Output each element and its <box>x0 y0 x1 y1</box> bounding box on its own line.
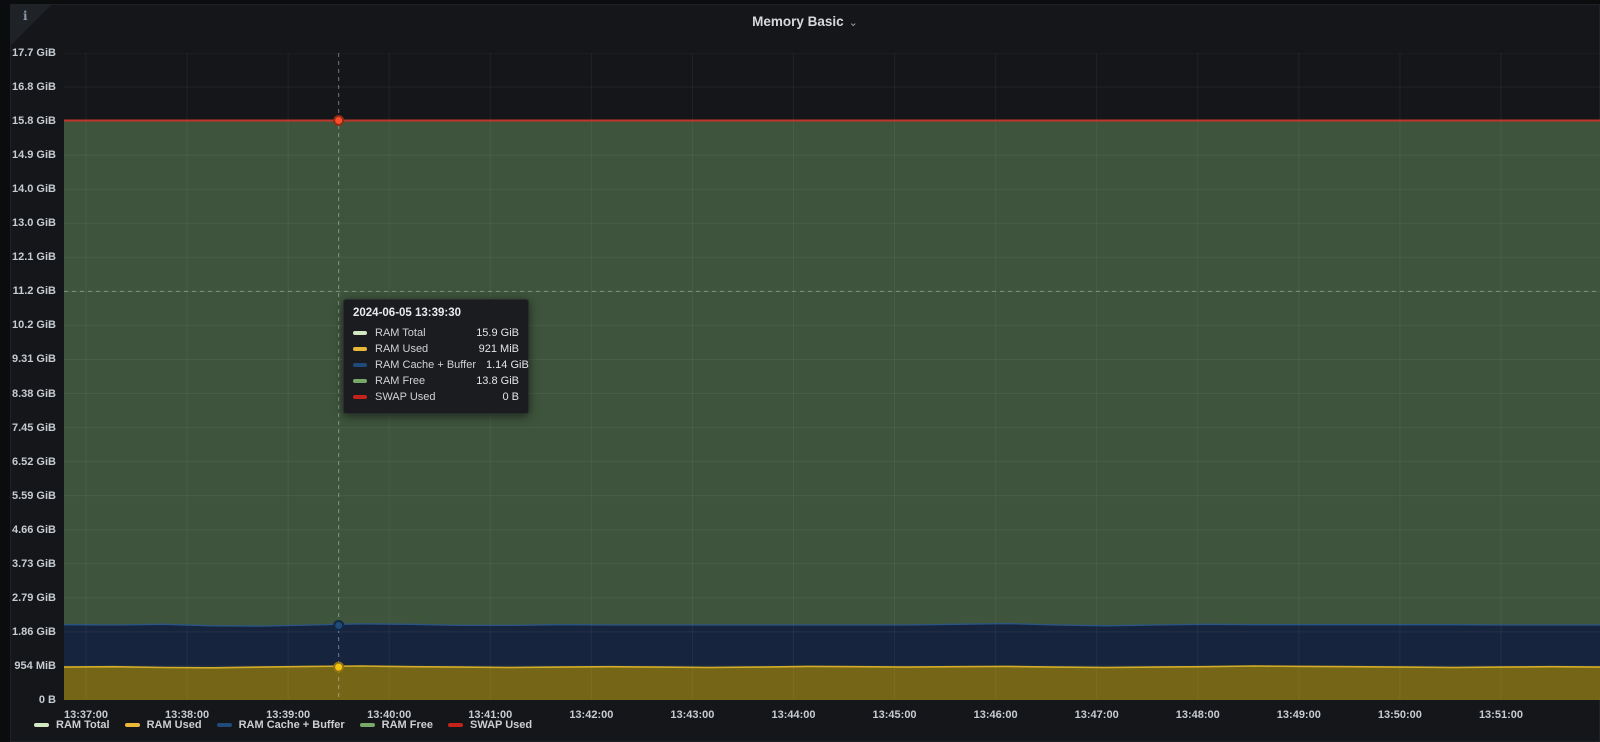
y-tick-label: 16.8 GiB <box>0 80 56 94</box>
tooltip-series-swatch <box>353 395 367 399</box>
tooltip-series-swatch <box>353 331 367 335</box>
legend-swatch <box>448 723 463 727</box>
legend-label: SWAP Used <box>470 719 532 731</box>
y-tick-label: 10.2 GiB <box>0 318 56 332</box>
x-tick-label: 13:43:00 <box>652 708 732 722</box>
memory-chart-canvas[interactable] <box>64 53 1600 700</box>
legend-item-ram-total[interactable]: RAM Total <box>34 719 110 731</box>
panel-title: Memory Basic <box>752 14 844 29</box>
tooltip-row: RAM Free 13.8 GiB <box>353 373 519 389</box>
info-icon: i <box>23 9 28 23</box>
y-tick-label: 12.1 GiB <box>0 250 56 264</box>
tooltip-series-swatch <box>353 363 367 367</box>
panel-info-corner[interactable] <box>11 5 51 45</box>
y-tick-label: 2.79 GiB <box>0 591 56 605</box>
y-tick-label: 9.31 GiB <box>0 352 56 366</box>
ram-free-area <box>64 121 1600 627</box>
y-tick-label: 0 B <box>0 693 56 707</box>
ram-used-area <box>64 666 1600 700</box>
legend-item-ram-cache-buffer[interactable]: RAM Cache + Buffer <box>217 719 345 731</box>
tooltip-series-value: 15.9 GiB <box>476 327 519 339</box>
tooltip-row: RAM Used 921 MiB <box>353 341 519 357</box>
panel-header: Memory Basic ⌄ <box>11 5 1599 41</box>
tooltip-series-swatch <box>353 347 367 351</box>
legend-label: RAM Total <box>56 719 110 731</box>
panel-title-dropdown[interactable]: Memory Basic ⌄ <box>11 14 1599 29</box>
x-tick-label: 13:48:00 <box>1158 708 1238 722</box>
x-tick-label: 13:47:00 <box>1057 708 1137 722</box>
tooltip-timestamp: 2024-06-05 13:39:30 <box>353 307 519 319</box>
legend-swatch <box>125 723 140 727</box>
x-tick-label: 13:49:00 <box>1259 708 1339 722</box>
x-tick-label: 13:50:00 <box>1360 708 1440 722</box>
y-tick-label: 6.52 GiB <box>0 455 56 469</box>
tooltip-series-swatch <box>353 379 367 383</box>
tooltip-series-value: 0 B <box>502 391 519 403</box>
y-tick-label: 14.9 GiB <box>0 148 56 162</box>
legend: RAM Total RAM Used RAM Cache + Buffer RAM F… <box>34 719 532 731</box>
tooltip-series-label: RAM Total <box>375 327 466 339</box>
chevron-down-icon: ⌄ <box>849 17 858 29</box>
y-tick-label: 5.59 GiB <box>0 489 56 503</box>
legend-item-swap-used[interactable]: SWAP Used <box>448 719 532 731</box>
hover-tooltip: 2024-06-05 13:39:30 RAM Total15.9 GiBRAM… <box>343 299 529 414</box>
tooltip-row: SWAP Used 0 B <box>353 389 519 405</box>
legend-label: RAM Used <box>147 719 202 731</box>
legend-swatch <box>360 723 375 727</box>
tooltip-series-label: RAM Used <box>375 343 469 355</box>
y-tick-label: 15.8 GiB <box>0 114 56 128</box>
x-tick-label: 13:46:00 <box>956 708 1036 722</box>
hover-point <box>334 621 343 630</box>
tooltip-series-value: 1.14 GiB <box>486 359 529 371</box>
tooltip-series-value: 13.8 GiB <box>476 375 519 387</box>
tooltip-row: RAM Cache + Buffer1.14 GiB <box>353 357 519 373</box>
legend-item-ram-used[interactable]: RAM Used <box>125 719 202 731</box>
tooltip-series-label: RAM Free <box>375 375 466 387</box>
tooltip-series-label: RAM Cache + Buffer <box>375 359 476 371</box>
legend-item-ram-free[interactable]: RAM Free <box>360 719 433 731</box>
y-tick-label: 7.45 GiB <box>0 421 56 435</box>
y-tick-label: 14.0 GiB <box>0 182 56 196</box>
y-tick-label: 17.7 GiB <box>0 46 56 60</box>
x-tick-label: 13:51:00 <box>1461 708 1541 722</box>
memory-basic-panel: Memory Basic⌄ i 0 B954 MiB1.86 GiB2.79 G… <box>10 4 1600 742</box>
tooltip-row: RAM Total 15.9 GiB <box>353 325 519 341</box>
x-tick-label: 13:42:00 <box>551 708 631 722</box>
tooltip-series-label: SWAP Used <box>375 391 492 403</box>
tooltip-series-value: 921 MiB <box>479 343 519 355</box>
legend-label: RAM Free <box>382 719 433 731</box>
legend-swatch <box>217 723 232 727</box>
y-tick-label: 3.73 GiB <box>0 557 56 571</box>
y-tick-label: 4.66 GiB <box>0 523 56 537</box>
x-tick-label: 13:45:00 <box>855 708 935 722</box>
hover-point <box>334 116 343 125</box>
y-tick-label: 8.38 GiB <box>0 387 56 401</box>
y-tick-label: 954 MiB <box>0 659 56 673</box>
y-tick-label: 13.0 GiB <box>0 216 56 230</box>
legend-label: RAM Cache + Buffer <box>239 719 345 731</box>
hover-point <box>334 663 343 672</box>
y-tick-label: 1.86 GiB <box>0 625 56 639</box>
y-tick-label: 11.2 GiB <box>0 284 56 298</box>
x-tick-label: 13:44:00 <box>753 708 833 722</box>
legend-swatch <box>34 723 49 727</box>
ram-cache-area <box>64 624 1600 668</box>
